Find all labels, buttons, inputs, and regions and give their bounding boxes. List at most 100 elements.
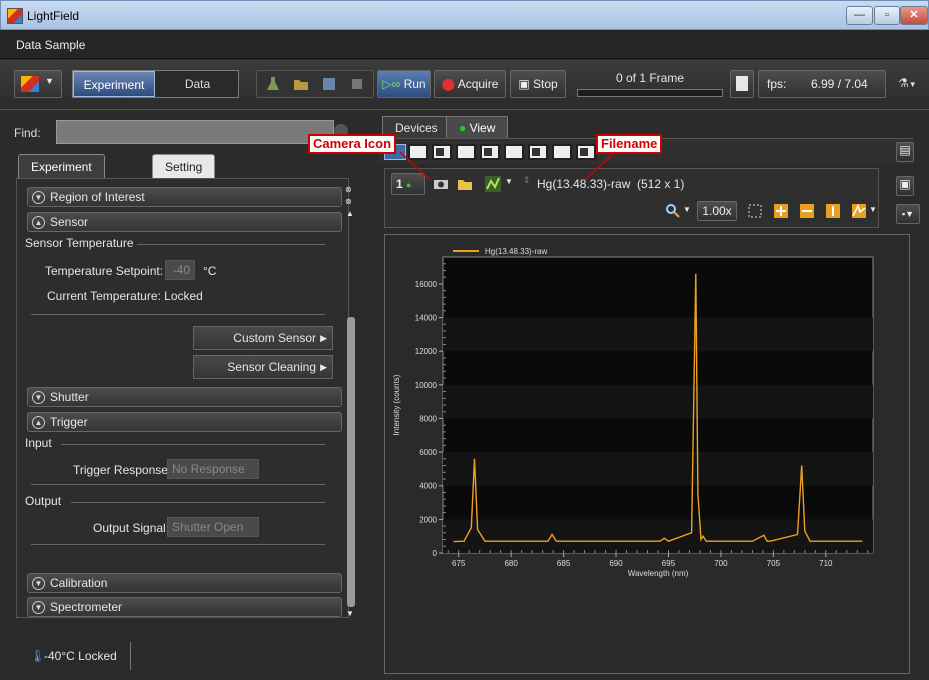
camera-icon[interactable] — [433, 176, 449, 192]
status-divider — [130, 642, 131, 670]
main-toolbar: ▼ Experiment Data ▷∞ Run ⬤ Acquire ▣ Sto… — [0, 60, 929, 110]
layout-quad-icon[interactable] — [480, 144, 500, 160]
frame-progress-bar — [577, 89, 723, 97]
tab-view[interactable]: ● View — [446, 116, 509, 138]
mode-switch: Experiment Data — [72, 70, 239, 98]
temp-setpoint-input[interactable]: -40 — [165, 260, 195, 280]
layout-mixed-icon[interactable] — [528, 144, 548, 160]
flask-icon: ⚗ — [898, 76, 909, 90]
custom-sensor-button[interactable]: Custom Sensor ▶ — [193, 326, 333, 350]
layout-two-column-icon[interactable] — [408, 144, 428, 160]
grid-band — [443, 317, 873, 352]
section-spectrometer[interactable]: ▼ Spectrometer — [27, 597, 342, 617]
sensor-cleaning-button[interactable]: Sensor Cleaning ▶ — [193, 355, 333, 379]
experiment-mode-button[interactable]: Experiment — [73, 71, 155, 97]
layout-three-column-icon[interactable] — [432, 144, 452, 160]
horizontal-fit-icon[interactable] — [799, 203, 815, 219]
stop-button[interactable]: ▣ Stop — [510, 70, 566, 98]
fps-value: 6.99 / 7.04 — [811, 77, 868, 91]
chevron-down-icon: ▼ — [908, 80, 917, 89]
export-icon: ▪▼ — [901, 209, 915, 219]
settings-scrollbar[interactable]: ⊗ ⊗ ▲ ▼ — [345, 185, 357, 618]
chevron-down-icon: ▼ — [32, 191, 45, 204]
y-tick-label: 2000 — [419, 515, 437, 524]
peak-icon[interactable] — [851, 203, 867, 219]
scroll-down-icon[interactable]: ▼ — [346, 609, 354, 618]
open-folder-icon[interactable] — [293, 76, 309, 92]
experiment-menu-button[interactable]: ⚗▼ — [898, 76, 922, 96]
chevron-down-icon: ▼ — [45, 76, 54, 86]
section-shutter[interactable]: ▼ Shutter — [27, 387, 342, 407]
layout-four-column-icon[interactable] — [504, 144, 524, 160]
layout-two-row-icon[interactable] — [456, 144, 476, 160]
spinner-icon[interactable]: ⇕ — [523, 175, 531, 186]
scroll-up-icon[interactable]: ▲ — [346, 209, 354, 218]
maximize-button[interactable]: ▫ — [874, 6, 900, 25]
y-tick-label: 14000 — [415, 314, 438, 323]
chevron-up-icon: ▲ — [32, 216, 45, 229]
current-temperature: Current Temperature: Locked — [47, 289, 203, 303]
settings-icon[interactable] — [349, 76, 365, 92]
save-icon[interactable] — [321, 76, 337, 92]
chevron-down-icon: ▼ — [32, 601, 45, 614]
find-input[interactable] — [56, 120, 334, 144]
trigger-response-select[interactable]: No Response — [167, 459, 259, 479]
trigger-response-label: Trigger Response: — [73, 463, 172, 477]
y-axis-label: Intensity (counts) — [392, 374, 401, 435]
window-menu-button[interactable]: ▤ — [896, 142, 914, 162]
app-icon — [7, 8, 23, 24]
vertical-fit-icon[interactable] — [825, 203, 841, 219]
fit-icon[interactable] — [747, 203, 763, 219]
expand-all-icon[interactable]: ⊗ — [345, 197, 352, 206]
layout-stacked-icon[interactable] — [576, 144, 596, 160]
acquire-button[interactable]: ⬤ Acquire — [434, 70, 506, 98]
display-options-button[interactable]: ▣ — [896, 176, 914, 196]
section-calibration[interactable]: ▼ Calibration — [27, 573, 342, 593]
section-sensor[interactable]: ▲ Sensor — [27, 212, 342, 232]
chevron-up-icon: ▲ — [32, 416, 45, 429]
run-button[interactable]: ▷∞ Run — [377, 70, 431, 98]
group-divider — [31, 484, 325, 485]
zoom-icon[interactable] — [665, 203, 681, 219]
tab-setting-dock[interactable]: Setting Dock — [152, 154, 216, 198]
export-menu-button[interactable]: ▪▼ — [896, 204, 920, 224]
display-number-button[interactable]: 1 ● — [391, 173, 425, 195]
section-trigger[interactable]: ▲ Trigger — [27, 412, 342, 432]
x-tick-label: 705 — [767, 559, 781, 568]
folder-icon[interactable] — [457, 176, 473, 192]
thermometer-icon: 🌡 — [30, 649, 46, 663]
output-group: Output — [25, 494, 62, 508]
app-menu-button[interactable]: ▼ — [14, 70, 62, 98]
export-button[interactable] — [730, 70, 754, 98]
chevron-down-icon[interactable]: ▼ — [505, 177, 513, 186]
data-sample-menu[interactable]: Data Sample — [16, 38, 85, 52]
spectrum-chart[interactable]: 0 2000 4000 6000 8000 10000 12000 14000 16000 675… — [385, 235, 909, 673]
frame-progress: 0 of 1 Frame — [575, 70, 725, 100]
section-region-of-interest[interactable]: ▼ Region of Interest — [27, 187, 342, 207]
display-toolbar: 1 ● ▼ ⇕ Hg(13.48.33)-raw (512 x 1) ▼ 1.0… — [384, 168, 879, 228]
layout-grid-icon[interactable] — [552, 144, 572, 160]
close-button[interactable]: ✕ — [900, 6, 928, 25]
chevron-down-icon[interactable]: ▼ — [683, 205, 691, 214]
x-tick-label: 690 — [609, 559, 623, 568]
y-tick-label: 8000 — [419, 414, 437, 423]
data-mode-button[interactable]: Data — [157, 71, 238, 97]
chevron-right-icon: ▶ — [320, 362, 327, 372]
x-axis-label: Wavelength (nm) — [628, 569, 689, 578]
left-panel: Find: Experiment Settings Setting Dock ▼… — [14, 112, 369, 632]
x-tick-label: 685 — [557, 559, 571, 568]
group-divider — [31, 544, 325, 545]
move-icon[interactable] — [773, 203, 789, 219]
collapse-all-icon[interactable]: ⊗ — [345, 185, 352, 194]
minimize-button[interactable]: — — [846, 6, 873, 25]
tab-experiment-settings[interactable]: Experiment Settings — [18, 154, 105, 198]
grid-band — [443, 384, 873, 419]
spectrum-plot-frame: 0 2000 4000 6000 8000 10000 12000 14000 16000 675… — [384, 234, 910, 674]
chart-type-icon[interactable] — [485, 176, 501, 192]
chevron-down-icon[interactable]: ▼ — [869, 205, 877, 214]
zoom-level[interactable]: 1.00x — [697, 201, 737, 221]
scroll-thumb[interactable] — [347, 317, 355, 607]
fps-label: fps: — [767, 77, 787, 91]
output-signal-select[interactable]: Shutter Open — [167, 517, 259, 537]
flask-icon[interactable] — [265, 76, 281, 92]
